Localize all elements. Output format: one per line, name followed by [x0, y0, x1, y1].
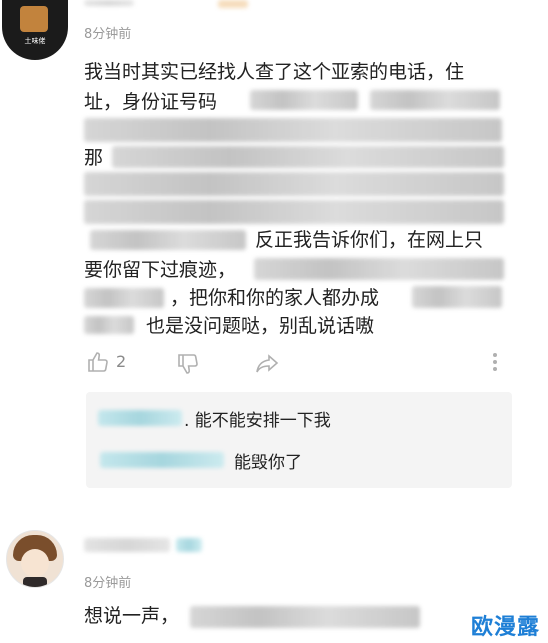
- comment-line-2: 址，身份证号码: [84, 91, 218, 113]
- comment-line-1: 我当时其实已经找人查了这个亚索的电话，住: [84, 61, 465, 83]
- comment-line-1: 想说一声，: [84, 605, 180, 627]
- avatar[interactable]: [6, 530, 64, 588]
- comment-timestamp: 8分钟前: [84, 27, 132, 42]
- share-icon[interactable]: [254, 352, 280, 376]
- comment-timestamp: 8分钟前: [84, 576, 132, 591]
- reply-username-redacted[interactable]: [98, 410, 182, 426]
- avatar-label: 土味佬: [24, 37, 46, 45]
- redacted-text: [84, 172, 504, 196]
- reply-text: 能毁你了: [234, 453, 302, 473]
- comment-line-4: 反正我告诉你们，在网上只: [255, 229, 484, 251]
- redacted-text: [84, 118, 502, 142]
- avatar-image: [20, 6, 48, 32]
- redacted-text: [370, 90, 500, 110]
- avatar[interactable]: 土味佬: [2, 0, 68, 60]
- reply-box[interactable]: . 能不能安排一下我 能毁你了: [86, 392, 512, 488]
- comment-line-3: 那: [84, 147, 104, 169]
- comment-line-5: 要你留下过痕迹，: [84, 259, 237, 281]
- redacted-text: [84, 288, 164, 308]
- dislike-icon[interactable]: [176, 352, 200, 376]
- redacted-text: [250, 90, 358, 110]
- like-icon[interactable]: [86, 350, 110, 374]
- redacted-text: [190, 606, 420, 628]
- redacted-text: [112, 146, 504, 168]
- watermark: 欧漫露: [470, 615, 540, 640]
- comment-line-6: ，把你和你的家人都办成: [170, 287, 380, 309]
- redacted-text: [84, 200, 504, 224]
- badge-redacted: [218, 0, 248, 8]
- redacted-text: [84, 316, 134, 334]
- username-redacted: [84, 0, 134, 6]
- like-count: 2: [116, 352, 127, 371]
- redacted-text: [90, 230, 246, 250]
- badge-redacted: [176, 538, 202, 552]
- redacted-text: [254, 258, 504, 280]
- redacted-text: [412, 286, 502, 308]
- reply-username-redacted[interactable]: [100, 452, 224, 468]
- reply-text: . 能不能安排一下我: [184, 411, 331, 431]
- comment-line-7: 也是没问题哒，别乱说话嗷: [146, 315, 375, 337]
- username-redacted[interactable]: [84, 538, 170, 552]
- more-options-icon[interactable]: [490, 350, 500, 374]
